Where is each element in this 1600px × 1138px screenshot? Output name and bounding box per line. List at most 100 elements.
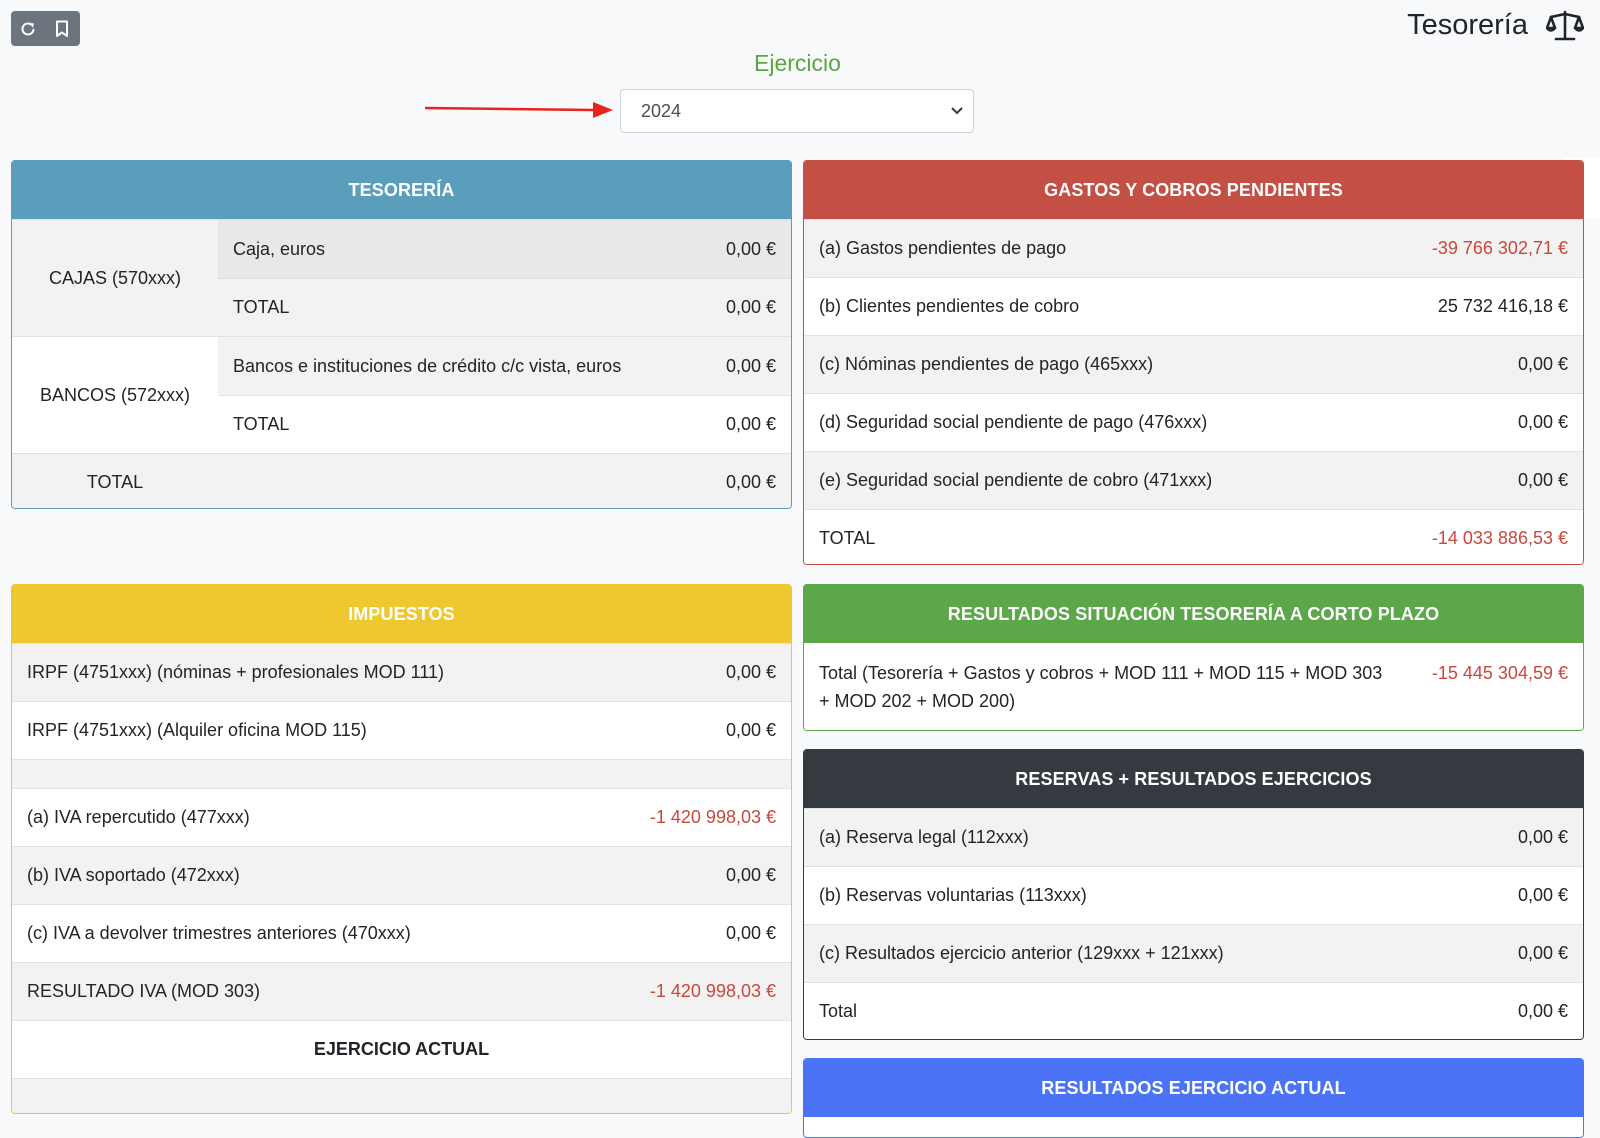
- row-label: (a) IVA repercutido (477xxx): [27, 807, 250, 827]
- tesoreria-total-row: TOTAL 0,00 €: [12, 453, 791, 508]
- row-value: 0,00 €: [1517, 827, 1568, 847]
- reservas-header: RESERVAS + RESULTADOS EJERCICIOS: [804, 750, 1583, 808]
- table-row: TOTAL -14 033 886,53 €: [804, 509, 1583, 564]
- table-row: IRPF (4751xxx) (Alquiler oficina MOD 115…: [12, 701, 791, 759]
- chevron-down-icon: [951, 107, 963, 115]
- row-label: (d) Seguridad social pendiente de pago (…: [819, 412, 1208, 432]
- table-row: (a) Reserva legal (112xxx) 0,00 €: [804, 808, 1583, 866]
- row-label: Bancos e instituciones de crédito c/c vi…: [233, 355, 622, 376]
- balance-scale-icon: [1546, 10, 1584, 41]
- row-label: (b) Reservas voluntarias (113xxx): [819, 885, 1087, 905]
- ejercicio-select[interactable]: 2024: [620, 89, 974, 133]
- ejercicio-selected-value: 2024: [641, 100, 682, 121]
- table-row: (d) Seguridad social pendiente de pago (…: [804, 393, 1583, 451]
- row-value: 0,00 €: [725, 865, 776, 885]
- row-value: 0,00 €: [1517, 354, 1568, 374]
- table-row: (a) IVA repercutido (477xxx) -1 420 998,0…: [12, 788, 791, 846]
- page-header: Tesorería: [1407, 8, 1584, 42]
- row-value: 0,00 €: [1517, 1001, 1568, 1021]
- row-value: 0,00 €: [1517, 943, 1568, 963]
- row-label: (a) Reserva legal (112xxx): [819, 827, 1029, 847]
- table-row: (e) Seguridad social pendiente de cobro …: [804, 451, 1583, 509]
- pointer-arrow-icon: [425, 102, 613, 118]
- row-value: -1 420 998,03 €: [649, 981, 776, 1001]
- table-row: (b) IVA soportado (472xxx) 0,00 €: [12, 846, 791, 904]
- row-label: Total: [819, 1001, 858, 1021]
- row-value: 0,00 €: [1517, 470, 1568, 490]
- row-label: IRPF (4751xxx) (Alquiler oficina MOD 115…: [27, 720, 367, 740]
- table-row: (a) Gastos pendientes de pago -39 766 302…: [804, 219, 1583, 277]
- row-value: 0,00 €: [725, 238, 776, 259]
- row-value: 0,00 €: [725, 472, 776, 492]
- row-label: (b) Clientes pendientes de cobro: [819, 296, 1080, 316]
- table-row: Total (Tesorería + Gastos y cobros + MOD…: [804, 643, 1583, 730]
- refresh-button[interactable]: [11, 11, 45, 46]
- row-value: 0,00 €: [725, 720, 776, 740]
- row-value: 0,00 €: [725, 662, 776, 682]
- refresh-icon: [21, 21, 35, 35]
- spacer-row: [12, 759, 791, 788]
- table-row: [12, 1078, 791, 1113]
- table-row: TOTAL 0,00 €: [218, 278, 791, 336]
- bancos-group: BANCOS (572xxx) Bancos e instituciones d…: [12, 336, 791, 453]
- table-row: TOTAL 0,00 €: [218, 395, 791, 453]
- section-title: EJERCICIO ACTUAL: [313, 1039, 490, 1059]
- row-label: (c) IVA a devolver trimestres anteriores…: [27, 923, 411, 943]
- table-row: RESULTADO IVA (MOD 303) -1 420 998,03 €: [12, 962, 791, 1020]
- table-row: (b) Clientes pendientes de cobro 25 732 4…: [804, 277, 1583, 335]
- table-row: Caja, euros 0,00 €: [218, 220, 791, 278]
- row-label: IRPF (4751xxx) (nóminas + profesionales …: [27, 662, 444, 682]
- cajas-group: CAJAS (570xxx) Caja, euros 0,00 € TOTAL …: [12, 219, 791, 336]
- row-value: -15 445 304,59 €: [1431, 663, 1568, 683]
- impuestos-header: IMPUESTOS: [12, 585, 791, 643]
- row-value: 0,00 €: [725, 297, 776, 317]
- toolbar: [11, 11, 80, 46]
- table-row: Bancos e instituciones de crédito c/c vi…: [218, 337, 791, 395]
- row-value: -39 766 302,71 €: [1431, 238, 1568, 258]
- ejercicio-label: Ejercicio: [754, 50, 841, 76]
- resultados-actual-header: RESULTADOS EJERCICIO ACTUAL: [804, 1059, 1583, 1117]
- row-value: 0,00 €: [725, 355, 776, 376]
- row-label: TOTAL: [86, 472, 144, 492]
- table-row: (b) Reservas voluntarias (113xxx) 0,00 €: [804, 866, 1583, 924]
- table-row: IRPF (4751xxx) (nóminas + profesionales …: [12, 643, 791, 701]
- row-label: Caja, euros: [233, 238, 326, 259]
- resultados-cp-card: RESULTADOS SITUACIÓN TESORERÍA A CORTO P…: [803, 584, 1584, 731]
- page-title: Tesorería: [1407, 8, 1528, 41]
- table-row: Total 0,00 €: [804, 982, 1583, 1039]
- gastos-rows: (a) Gastos pendientes de pago -39 766 302…: [804, 219, 1583, 564]
- resultados-cp-header: RESULTADOS SITUACIÓN TESORERÍA A CORTO P…: [804, 585, 1583, 643]
- row-label: TOTAL: [233, 297, 290, 317]
- table-row: (c) Resultados ejercicio anterior (129xx…: [804, 924, 1583, 982]
- row-label: RESULTADO IVA (MOD 303): [27, 981, 261, 1001]
- impuestos-card: IMPUESTOS IRPF (4751xxx) (nóminas + prof…: [11, 584, 792, 1114]
- row-label: (e) Seguridad social pendiente de cobro …: [819, 470, 1213, 490]
- tesoreria-card: TESORERÍA CAJAS (570xxx) Caja, euros 0,0…: [11, 160, 792, 509]
- row-value: -14 033 886,53 €: [1431, 528, 1568, 548]
- table-row: (c) Nóminas pendientes de pago (465xxx) 0…: [804, 335, 1583, 393]
- bookmark-button[interactable]: [45, 11, 79, 46]
- bancos-label: BANCOS (572xxx): [39, 384, 191, 405]
- row-label: TOTAL: [819, 528, 876, 548]
- row-label: (b) IVA soportado (472xxx): [27, 865, 240, 885]
- row-value: 25 732 416,18 €: [1437, 296, 1568, 316]
- row-value: -1 420 998,03 €: [649, 807, 776, 827]
- row-label: Total (Tesorería + Gastos y cobros + MOD…: [819, 663, 1383, 711]
- row-label: (a) Gastos pendientes de pago: [819, 238, 1067, 258]
- tesoreria-header: TESORERÍA: [12, 161, 791, 219]
- row-value: 0,00 €: [725, 414, 776, 434]
- reservas-card: RESERVAS + RESULTADOS EJERCICIOS (a) Res…: [803, 749, 1584, 1040]
- row-value: 0,00 €: [1517, 885, 1568, 905]
- row-label: TOTAL: [233, 414, 290, 434]
- row-label: (c) Nóminas pendientes de pago (465xxx): [819, 354, 1154, 374]
- resultados-actual-card: RESULTADOS EJERCICIO ACTUAL: [803, 1058, 1584, 1138]
- row-label: (c) Resultados ejercicio anterior (129xx…: [819, 943, 1224, 963]
- row-value: 0,00 €: [1517, 412, 1568, 432]
- table-row: (c) IVA a devolver trimestres anteriores…: [12, 904, 791, 962]
- cajas-label: CAJAS (570xxx): [48, 267, 182, 288]
- row-value: 0,00 €: [725, 923, 776, 943]
- ejercicio-actual-heading: EJERCICIO ACTUAL: [12, 1020, 791, 1078]
- bookmark-icon: [56, 20, 68, 37]
- gastos-card: GASTOS Y COBROS PENDIENTES (a) Gastos pe…: [803, 160, 1584, 565]
- gastos-header: GASTOS Y COBROS PENDIENTES: [804, 161, 1583, 219]
